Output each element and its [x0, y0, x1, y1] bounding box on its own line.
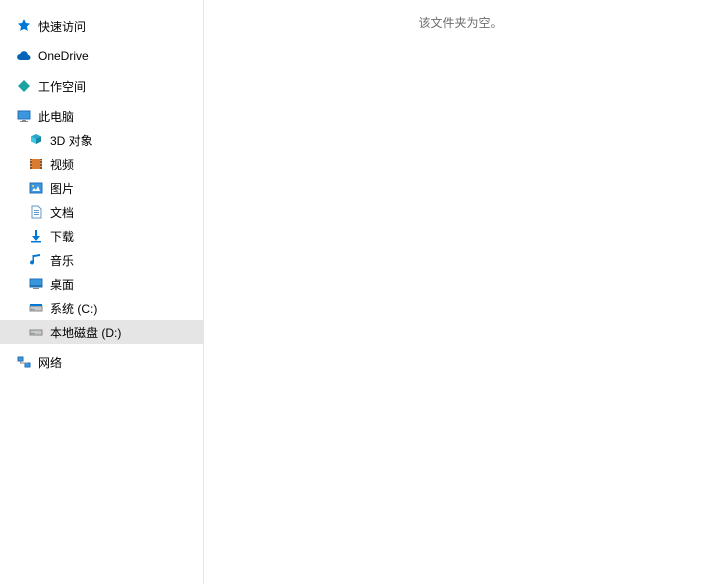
document-icon: [28, 204, 44, 220]
tree-item-network[interactable]: 网络: [0, 350, 203, 374]
tree-item-this-pc[interactable]: 此电脑: [0, 104, 203, 128]
tree-label: 此电脑: [38, 108, 74, 125]
tree-item-quick-access[interactable]: 快速访问: [0, 14, 203, 38]
tree-label: 3D 对象: [50, 132, 93, 149]
tree-item-videos[interactable]: 视频: [0, 152, 203, 176]
tree-label: 桌面: [50, 276, 74, 293]
picture-icon: [28, 180, 44, 196]
desktop-icon: [28, 276, 44, 292]
empty-folder-message: 该文件夹为空。: [418, 14, 502, 584]
tree-item-workspace[interactable]: 工作空间: [0, 74, 203, 98]
tree-label: 下载: [50, 228, 74, 245]
tree-label: OneDrive: [38, 49, 89, 63]
tree-item-downloads[interactable]: 下载: [0, 224, 203, 248]
star-pin-icon: [16, 18, 32, 34]
tree-item-desktop[interactable]: 桌面: [0, 272, 203, 296]
tree-label: 网络: [38, 354, 62, 371]
tree-label: 图片: [50, 180, 74, 197]
tree-label: 文档: [50, 204, 74, 221]
tree-label: 本地磁盘 (D:): [50, 324, 121, 341]
tree-item-pictures[interactable]: 图片: [0, 176, 203, 200]
drive-icon: [28, 324, 44, 340]
film-icon: [28, 156, 44, 172]
tree-item-drive-c[interactable]: 系统 (C:): [0, 296, 203, 320]
navigation-pane: 快速访问 OneDrive 工作空间 此电脑: [0, 0, 204, 584]
diamond-icon: [16, 78, 32, 94]
tree-label: 视频: [50, 156, 74, 173]
tree-item-3d-objects[interactable]: 3D 对象: [0, 128, 203, 152]
tree-item-onedrive[interactable]: OneDrive: [0, 44, 203, 68]
tree-item-music[interactable]: 音乐: [0, 248, 203, 272]
tree-item-documents[interactable]: 文档: [0, 200, 203, 224]
tree-label: 音乐: [50, 252, 74, 269]
drive-icon: [28, 300, 44, 316]
tree-label: 系统 (C:): [50, 300, 97, 317]
cloud-icon: [16, 48, 32, 64]
tree-label: 快速访问: [38, 18, 86, 35]
content-pane[interactable]: 该文件夹为空。: [204, 0, 717, 584]
pc-icon: [16, 108, 32, 124]
download-arrow-icon: [28, 228, 44, 244]
tree-item-drive-d[interactable]: 本地磁盘 (D:): [0, 320, 203, 344]
cube-3d-icon: [28, 132, 44, 148]
tree-label: 工作空间: [38, 78, 86, 95]
music-note-icon: [28, 252, 44, 268]
network-icon: [16, 354, 32, 370]
